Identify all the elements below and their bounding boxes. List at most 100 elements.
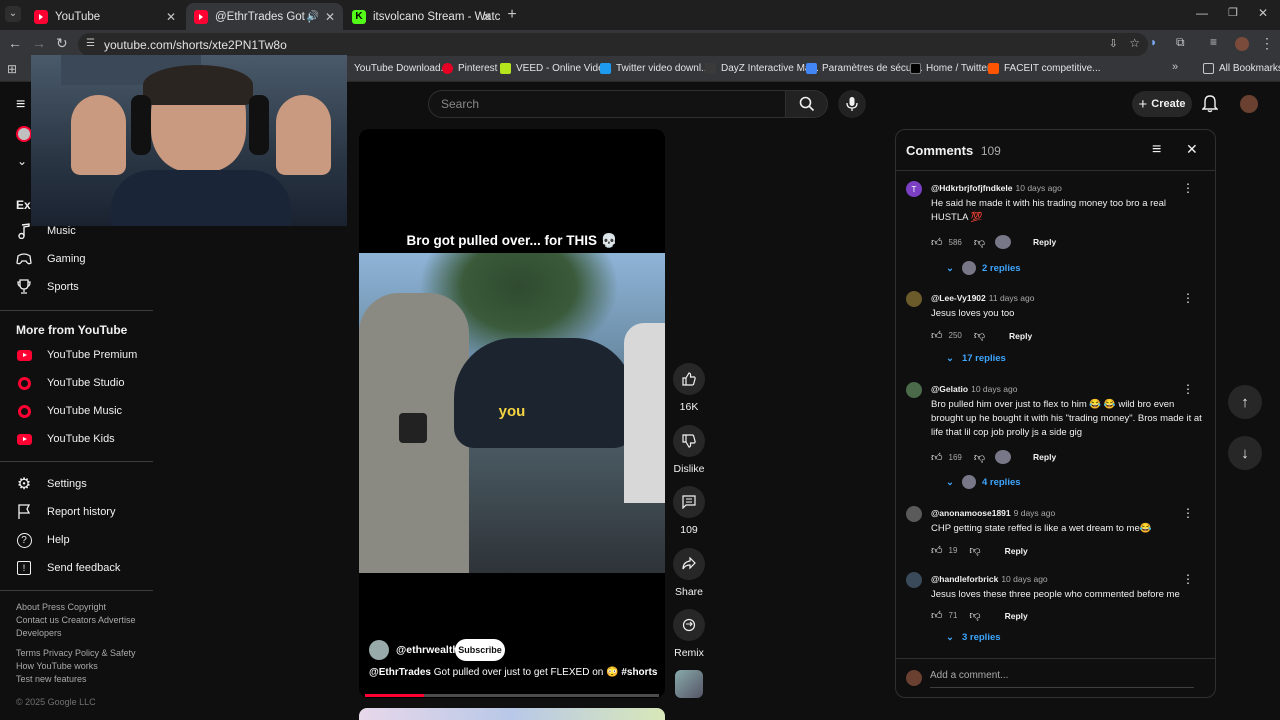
browser-menu-icon[interactable]: ⋮ <box>1260 35 1274 52</box>
sidebar-item-settings[interactable]: ⚙ Settings <box>16 476 87 493</box>
profile-avatar[interactable] <box>1235 37 1249 51</box>
reply-button[interactable]: Reply <box>1005 611 1028 621</box>
thumbs-up-icon[interactable] <box>673 363 705 395</box>
notifications-bell-icon[interactable] <box>1201 95 1219 116</box>
forward-icon[interactable]: → <box>32 35 46 51</box>
minimize-icon[interactable]: — <box>1196 6 1208 20</box>
comment-like-icon[interactable]: 👍︎ <box>931 544 943 557</box>
sidebar-item-send-feedback[interactable]: ! Send feedback <box>16 560 120 576</box>
close-tab-icon[interactable]: ✕ <box>166 10 176 24</box>
comment-avatar[interactable] <box>906 382 922 398</box>
share-arrow-icon[interactable] <box>673 548 705 580</box>
reply-button[interactable]: Reply <box>1033 237 1056 247</box>
voice-search-button[interactable] <box>838 90 866 118</box>
extensions-puzzle-icon[interactable]: ⧉ <box>1176 35 1185 50</box>
comment-author[interactable]: @Lee-Vy1902 11 days ago <box>931 293 1034 303</box>
media-control-icon[interactable]: ≡ <box>1210 35 1217 49</box>
like-action[interactable]: 16K <box>673 363 705 413</box>
sidebar-item-youtube-studio[interactable]: YouTube Studio <box>16 375 124 391</box>
title-hashtag[interactable]: #shorts <box>621 667 657 678</box>
sidebar-item-youtube-kids[interactable]: YouTube Kids <box>16 431 115 447</box>
next-short-button[interactable]: ↓ <box>1228 436 1262 470</box>
share-action[interactable]: Share <box>673 548 705 598</box>
apps-grid-icon[interactable]: ⊞ <box>7 62 17 76</box>
comment-time[interactable]: 10 days ago <box>971 384 1017 394</box>
reply-button[interactable]: Reply <box>1033 452 1056 462</box>
sort-icon[interactable]: ≡ <box>1152 141 1161 159</box>
previous-short-button[interactable]: ↑ <box>1228 385 1262 419</box>
comment-more-icon[interactable]: ⋮ <box>1182 181 1194 195</box>
search-button[interactable] <box>786 90 828 118</box>
reload-icon[interactable]: ↻ <box>56 35 68 52</box>
close-tab-icon[interactable]: ✕ <box>482 10 492 24</box>
comment-username[interactable]: @anonamoose1891 <box>931 508 1011 518</box>
close-tab-icon[interactable]: ✕ <box>325 10 335 24</box>
new-tab-icon[interactable]: + <box>504 6 520 24</box>
tab-search-button[interactable]: ⌄ <box>5 6 21 22</box>
view-replies-button[interactable]: ⌄ 2 replies <box>946 261 1021 275</box>
add-comment-input[interactable]: Add a comment... <box>930 670 1194 688</box>
sidebar-item-youtube-music[interactable]: YouTube Music <box>16 403 122 419</box>
bookmark-item[interactable]: Twitter video downl... <box>600 63 709 74</box>
thumbs-down-icon[interactable] <box>673 425 705 457</box>
subscribe-button[interactable]: Subscribe <box>455 639 505 661</box>
view-replies-button[interactable]: ⌄ 3 replies <box>946 632 1001 643</box>
footer-links[interactable]: Contact us Creators Advertise <box>16 615 136 625</box>
footer-links[interactable]: Test new features <box>16 674 87 684</box>
next-short-preview[interactable] <box>359 708 665 720</box>
comment-more-icon[interactable]: ⋮ <box>1182 382 1194 396</box>
comment-author[interactable]: @Gelatio 10 days ago <box>931 384 1017 394</box>
channel-avatar[interactable] <box>369 640 389 660</box>
sidebar-item-gaming[interactable]: Gaming <box>16 251 86 267</box>
create-button[interactable]: + Create <box>1132 91 1192 117</box>
bookmark-item[interactable]: VEED - Online Vide... <box>500 63 612 74</box>
address-bar[interactable]: ☰ youtube.com/shorts/xte2PN1Tw8o ⇩ ☆ <box>78 33 1148 56</box>
account-avatar[interactable] <box>1240 95 1258 113</box>
comment-icon[interactable] <box>673 486 705 518</box>
comment-dislike-icon[interactable]: 👎︎ <box>974 451 985 464</box>
comment-like-icon[interactable]: 👍︎ <box>931 451 943 464</box>
comment-time[interactable]: 10 days ago <box>1016 183 1062 193</box>
bookmark-item[interactable]: YouTube Download... <box>354 63 449 74</box>
comment-username[interactable]: @Hdkrbrjfofjfndkele <box>931 183 1013 193</box>
speaker-icon[interactable]: 🔊 <box>307 11 319 22</box>
comment-more-icon[interactable]: ⋮ <box>1182 506 1194 520</box>
comment-username[interactable]: @Gelatio <box>931 384 968 394</box>
comment-time[interactable]: 9 days ago <box>1014 508 1056 518</box>
comment-more-icon[interactable]: ⋮ <box>1182 572 1194 586</box>
sidebar-item-sports[interactable]: Sports <box>16 279 79 295</box>
back-icon[interactable]: ← <box>8 35 22 51</box>
window-close-icon[interactable]: ✕ <box>1258 6 1268 20</box>
install-app-icon[interactable]: ⇩ <box>1109 37 1118 50</box>
comment-dislike-icon[interactable]: 👎︎ <box>969 609 980 622</box>
close-comments-icon[interactable]: ✕ <box>1186 141 1198 158</box>
footer-links[interactable]: About Press Copyright <box>16 602 106 612</box>
tab-short-video[interactable]: @EthrTrades Got pulled ove 🔊 ✕ <box>186 3 343 30</box>
comment-time[interactable]: 10 days ago <box>1001 574 1047 584</box>
more-bookmarks-icon[interactable]: » <box>1172 61 1178 73</box>
bookmark-item[interactable]: Home / Twitter <box>910 63 990 74</box>
sidebar-item-youtube-premium[interactable]: YouTube Premium <box>16 347 137 363</box>
all-bookmarks[interactable]: All Bookmarks <box>1203 63 1280 74</box>
comment-dislike-icon[interactable]: 👎︎ <box>969 544 980 557</box>
comment-avatar[interactable] <box>906 572 922 588</box>
comment-more-icon[interactable]: ⋮ <box>1182 291 1194 305</box>
footer-links[interactable]: How YouTube works <box>16 661 98 671</box>
comment-like-icon[interactable]: 👍︎ <box>931 609 943 622</box>
extension-icon[interactable]: ◗ <box>1150 35 1157 49</box>
reply-button[interactable]: Reply <box>1005 546 1028 556</box>
comment-username[interactable]: @handleforbrick <box>931 574 998 584</box>
view-replies-button[interactable]: ⌄ 4 replies <box>946 475 1021 489</box>
comment-author[interactable]: @handleforbrick 10 days ago <box>931 574 1048 584</box>
footer-links[interactable]: Developers <box>16 628 62 638</box>
comment-like-icon[interactable]: 👍︎ <box>931 236 943 249</box>
tab-kick-stream[interactable]: K itsvolcano Stream - Watch Live ✕ <box>344 3 500 30</box>
search-input[interactable]: Search <box>428 90 786 118</box>
tab-youtube[interactable]: YouTube ✕ <box>26 3 184 30</box>
title-handle[interactable]: @EthrTrades <box>369 667 431 678</box>
dislike-action[interactable]: Dislike <box>669 425 709 475</box>
sidebar-item-report-history[interactable]: Report history <box>16 504 115 520</box>
restore-icon[interactable]: ❐ <box>1228 6 1238 19</box>
view-replies-button[interactable]: ⌄ 17 replies <box>946 353 1006 364</box>
remix-icon[interactable] <box>673 609 705 641</box>
